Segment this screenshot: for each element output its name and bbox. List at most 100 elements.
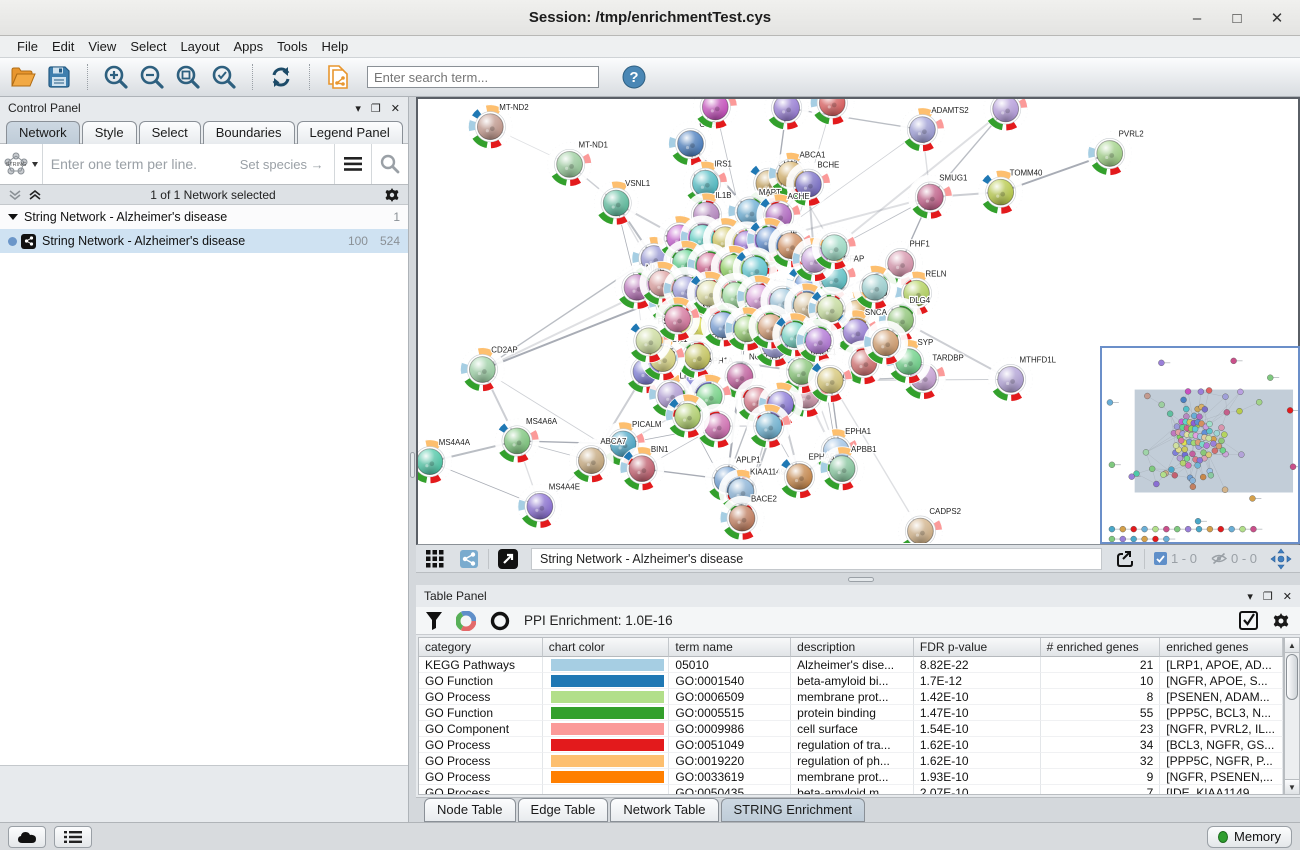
table-row[interactable]: GO ComponentGO:0009986cell surface1.54E-… xyxy=(419,721,1283,737)
pan-navigate-icon[interactable] xyxy=(1266,544,1296,574)
enrichment-table[interactable]: categorychart colorterm namedescriptionF… xyxy=(418,637,1284,795)
tab-node-table[interactable]: Node Table xyxy=(424,798,516,822)
graph-node[interactable]: MT-ND2 xyxy=(469,103,529,149)
network-row-selected[interactable]: String Network - Alzheimer's disease 100… xyxy=(0,229,408,253)
graph-node[interactable] xyxy=(810,99,854,125)
network-title-field[interactable]: String Network - Alzheimer's disease xyxy=(531,548,1102,570)
grid-view-icon[interactable] xyxy=(420,544,450,574)
set-species-hint[interactable]: Set species → xyxy=(240,157,324,172)
panel-float-icon[interactable]: ❐ xyxy=(1263,590,1273,603)
column-header-4[interactable]: FDR p-value xyxy=(914,638,1041,657)
graph-node[interactable] xyxy=(666,394,710,438)
column-header-3[interactable]: description xyxy=(791,638,914,657)
expand-all-icon[interactable] xyxy=(28,188,42,202)
table-row[interactable]: KEGG Pathways05010Alzheimer's dise...8.8… xyxy=(419,657,1283,673)
search-input[interactable] xyxy=(367,66,599,88)
graph-node[interactable]: CD2AP xyxy=(461,346,518,392)
tab-select[interactable]: Select xyxy=(139,121,201,144)
tab-boundaries[interactable]: Boundaries xyxy=(203,121,295,144)
table-row[interactable]: GO ProcessGO:0050435beta-amyloid m...2.0… xyxy=(419,785,1283,795)
tree-expand-icon[interactable] xyxy=(8,213,18,221)
network-from-file-icon[interactable] xyxy=(323,62,353,92)
table-row[interactable]: GO FunctionGO:0001540beta-amyloid bi...1… xyxy=(419,673,1283,689)
collapse-all-icon[interactable] xyxy=(8,188,22,202)
ring-chart-icon[interactable] xyxy=(490,611,510,631)
share-network-icon[interactable] xyxy=(454,544,484,574)
column-header-5[interactable]: # enriched genes xyxy=(1041,638,1161,657)
graph-node[interactable]: MS4A4A xyxy=(418,438,471,484)
string-query-input[interactable] xyxy=(43,156,240,172)
table-row[interactable]: GO FunctionGO:0005515protein binding1.47… xyxy=(419,705,1283,721)
column-header-0[interactable]: category xyxy=(419,638,543,657)
tab-style[interactable]: Style xyxy=(82,121,137,144)
graph-node[interactable]: CADPS2 xyxy=(899,507,961,543)
graph-node[interactable]: MTHFD1L xyxy=(989,356,1057,402)
menu-item-help[interactable]: Help xyxy=(315,37,356,56)
table-row[interactable]: GO ProcessGO:0006509membrane prot...1.42… xyxy=(419,689,1283,705)
zoom-in-icon[interactable] xyxy=(101,62,131,92)
help-icon[interactable]: ? xyxy=(619,62,649,92)
graph-node[interactable] xyxy=(812,226,856,270)
graph-node[interactable]: PVRL2 xyxy=(1088,130,1144,176)
graph-node[interactable] xyxy=(747,404,791,448)
graph-node[interactable] xyxy=(656,297,700,341)
graph-node[interactable] xyxy=(853,266,897,310)
tab-string-enrichment[interactable]: STRING Enrichment xyxy=(721,798,865,822)
vertical-splitter[interactable] xyxy=(409,97,416,822)
memory-button[interactable]: Memory xyxy=(1207,826,1292,848)
tab-network-table[interactable]: Network Table xyxy=(610,798,718,822)
scroll-down-icon[interactable]: ▼ xyxy=(1285,779,1299,794)
refresh-icon[interactable] xyxy=(266,62,296,92)
birds-eye-view[interactable] xyxy=(1100,346,1300,544)
graph-node[interactable] xyxy=(765,99,809,130)
filter-icon[interactable] xyxy=(426,612,442,630)
table-row[interactable]: GO ProcessGO:0051049regulation of tra...… xyxy=(419,737,1283,753)
save-session-icon[interactable] xyxy=(44,62,74,92)
column-header-6[interactable]: enriched genes xyxy=(1160,638,1283,657)
string-options-icon[interactable] xyxy=(334,144,371,184)
horizontal-splitter[interactable] xyxy=(416,573,1300,585)
cloud-icon[interactable] xyxy=(8,826,46,848)
panel-menu-icon[interactable]: ▾ xyxy=(1247,590,1253,603)
donut-chart-icon[interactable] xyxy=(456,611,476,631)
fullscreen-icon[interactable] xyxy=(493,544,523,574)
menu-item-layout[interactable]: Layout xyxy=(173,37,226,56)
graph-node[interactable] xyxy=(808,359,852,403)
table-row[interactable]: GO ProcessGO:0019220regulation of ph...1… xyxy=(419,753,1283,769)
open-file-icon[interactable] xyxy=(8,62,38,92)
export-network-icon[interactable] xyxy=(1110,544,1140,574)
network-collection-row[interactable]: String Network - Alzheimer's disease 1 xyxy=(0,205,408,229)
minimize-button[interactable]: – xyxy=(1184,5,1210,31)
panel-float-icon[interactable]: ❐ xyxy=(371,102,381,115)
panel-close-icon[interactable]: ✕ xyxy=(391,102,400,115)
graph-node[interactable]: SMUG1 xyxy=(909,173,968,219)
column-header-1[interactable]: chart color xyxy=(543,638,670,657)
panel-close-icon[interactable]: ✕ xyxy=(1283,590,1292,603)
panel-menu-icon[interactable]: ▾ xyxy=(355,102,361,115)
gear-icon[interactable] xyxy=(384,187,400,203)
zoom-fit-icon[interactable] xyxy=(173,62,203,92)
menu-item-apps[interactable]: Apps xyxy=(227,37,271,56)
menu-item-select[interactable]: Select xyxy=(123,37,173,56)
menu-item-tools[interactable]: Tools xyxy=(270,37,314,56)
string-logo-icon[interactable]: STRING xyxy=(0,144,43,184)
scroll-up-icon[interactable]: ▲ xyxy=(1285,638,1299,653)
zoom-out-icon[interactable] xyxy=(137,62,167,92)
table-scrollbar[interactable]: ▲ ▼ xyxy=(1284,637,1300,795)
graph-node[interactable] xyxy=(864,321,908,365)
menu-item-view[interactable]: View xyxy=(81,37,123,56)
graph-node[interactable]: MT-ND1 xyxy=(548,141,609,187)
table-row[interactable]: GO ProcessGO:0033619membrane prot...1.93… xyxy=(419,769,1283,785)
graph-node[interactable] xyxy=(797,319,841,363)
graph-node[interactable]: MS4A4E xyxy=(518,482,580,528)
column-header-2[interactable]: term name xyxy=(669,638,791,657)
graph-node[interactable]: MS4A6A xyxy=(495,417,558,463)
tab-legend-panel[interactable]: Legend Panel xyxy=(297,121,403,144)
graph-node[interactable]: TOMM40 xyxy=(979,168,1043,214)
menu-item-file[interactable]: File xyxy=(10,37,45,56)
task-list-icon[interactable] xyxy=(54,826,92,848)
graph-node[interactable]: APBB1 xyxy=(820,445,877,491)
scrollbar-thumb[interactable] xyxy=(1286,654,1298,700)
menu-item-edit[interactable]: Edit xyxy=(45,37,81,56)
graph-node[interactable]: ADAMTS2 xyxy=(901,106,969,152)
